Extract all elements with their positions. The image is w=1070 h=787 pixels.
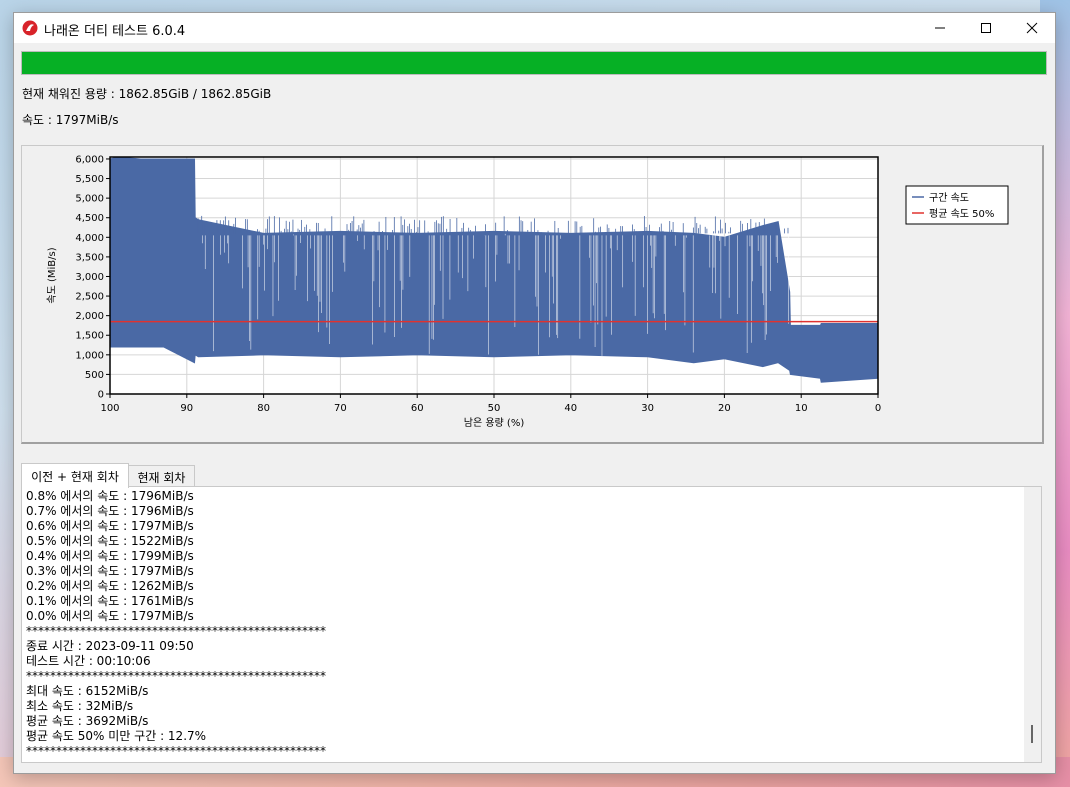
log-line: 종료 시간 : 2023-09-11 09:50 [26,639,194,653]
progress-fill [22,52,1046,74]
y-tick-label: 3,000 [75,272,104,283]
log-scrollbar[interactable] [1024,487,1041,762]
log-line: 0.0% 에서의 속도 : 1797MiB/s [26,609,194,623]
x-axis-label: 남은 용량 (%) [464,417,525,429]
scrollbar-thumb[interactable] [1031,725,1033,743]
maximize-button[interactable] [963,13,1009,43]
minimize-icon [935,27,945,29]
log-line: 0.8% 에서의 속도 : 1796MiB/s [26,489,194,503]
log-line: 0.2% 에서의 속도 : 1262MiB/s [26,579,194,593]
speed-chart-panel: 6,000 5,500 5,000 4,500 4,000 3,500 3,000 2,500… [21,145,1044,444]
maximize-icon [981,23,991,33]
app-logo-icon [22,20,38,36]
y-tick-label: 500 [85,370,104,381]
log-line: 평균 속도 50% 미만 구간 : 12.7% [26,729,207,743]
log-line: ****************************************… [26,624,326,638]
minimize-button[interactable] [917,13,963,43]
log-line: 최소 속도 : 32MiB/s [26,699,134,713]
y-tick-label: 0 [98,390,104,401]
y-tick-label: 1,500 [75,331,104,342]
y-tick-label: 4,500 [75,213,104,224]
log-line: ****************************************… [26,744,326,758]
tab-previous-and-current[interactable]: 이전 + 현재 회차 [21,463,129,488]
x-tick-label: 90 [180,403,193,414]
log-line: 0.7% 에서의 속도 : 1796MiB/s [26,504,194,518]
x-tick-label: 40 [564,403,577,414]
log-line: 평균 속도 : 3692MiB/s [26,714,149,728]
x-tick-label: 50 [488,403,501,414]
y-tick-label: 6,000 [75,154,104,165]
window-title: 나래온 더티 테스트 6.0.4 [44,24,186,39]
log-line: 최대 속도 : 6152MiB/s [26,684,149,698]
legend-label-interval-speed: 구간 속도 [929,192,969,204]
x-tick-label: 10 [795,403,808,414]
log-line: ****************************************… [26,669,326,683]
log-line: 0.6% 에서의 속도 : 1797MiB/s [26,519,194,533]
app-window: 나래온 더티 테스트 6.0.4 현재 채워진 용량 : 1862.85GiB … [13,12,1056,774]
fill-progress-bar [21,51,1047,75]
chart-legend: 구간 속도 평균 속도 50% [905,185,1009,225]
log-line: 0.5% 에서의 속도 : 1522MiB/s [26,534,194,548]
y-tick-label: 5,000 [75,194,104,205]
log-line: 0.4% 에서의 속도 : 1799MiB/s [26,549,194,563]
log-line: 테스트 시간 : 00:10:06 [26,654,151,668]
x-tick-label: 0 [875,403,881,414]
y-tick-label: 4,000 [75,233,104,244]
log-line: 0.3% 에서의 속도 : 1797MiB/s [26,564,194,578]
x-tick-label: 100 [100,403,119,414]
y-tick-label: 2,000 [75,311,104,322]
log-textbox[interactable]: 0.8% 에서의 속도 : 1796MiB/s 0.7% 에서의 속도 : 179… [21,486,1042,763]
close-button[interactable] [1009,13,1055,43]
y-tick-label: 5,500 [75,174,104,185]
x-tick-label: 70 [334,403,347,414]
speed-chart: 6,000 5,500 5,000 4,500 4,000 3,500 3,000 2,500… [46,154,1009,429]
x-tick-label: 80 [257,403,270,414]
tab-current[interactable]: 현재 회차 [128,465,195,488]
title-bar[interactable]: 나래온 더티 테스트 6.0.4 [14,13,1055,43]
x-tick-label: 30 [641,403,654,414]
speed-label: 속도 : 1797MiB/s [22,113,119,127]
y-axis-label: 속도 (MiB/s) [46,247,58,303]
y-tick-label: 1,000 [75,350,104,361]
close-icon [1026,22,1038,34]
legend-label-average-speed: 평균 속도 50% [929,208,994,220]
filled-capacity-label: 현재 채워진 용량 : 1862.85GiB / 1862.85GiB [22,87,272,101]
log-line: 0.1% 에서의 속도 : 1761MiB/s [26,594,194,608]
x-tick-label: 60 [411,403,424,414]
y-tick-label: 3,500 [75,252,104,263]
x-tick-label: 20 [718,403,731,414]
y-tick-label: 2,500 [75,292,104,303]
